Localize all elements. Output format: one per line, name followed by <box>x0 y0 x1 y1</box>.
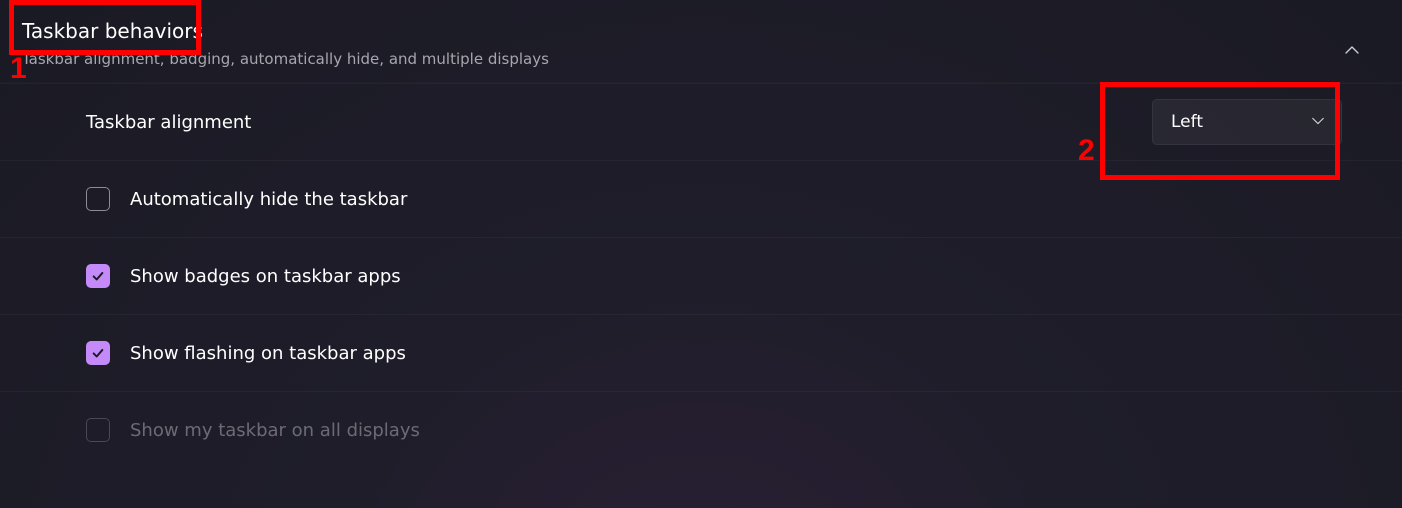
all-displays-checkbox <box>86 418 110 442</box>
section-header[interactable]: Taskbar behaviors Taskbar alignment, bad… <box>0 0 1402 83</box>
chevron-down-icon <box>1311 113 1325 132</box>
all-displays-label: Show my taskbar on all displays <box>130 420 1372 441</box>
badges-checkbox[interactable] <box>86 264 110 288</box>
taskbar-alignment-label: Taskbar alignment <box>86 112 1152 133</box>
taskbar-behaviors-panel: Taskbar behaviors Taskbar alignment, bad… <box>0 0 1402 508</box>
badges-label: Show badges on taskbar apps <box>130 266 1372 287</box>
dropdown-selected-value: Left <box>1171 112 1203 132</box>
section-subtitle: Taskbar alignment, badging, automaticall… <box>22 50 1372 68</box>
section-title: Taskbar behaviors <box>22 18 1372 44</box>
chevron-up-icon[interactable] <box>1342 40 1362 60</box>
auto-hide-row: Automatically hide the taskbar <box>0 160 1402 237</box>
auto-hide-label: Automatically hide the taskbar <box>130 189 1372 210</box>
flashing-checkbox[interactable] <box>86 341 110 365</box>
settings-rows: Taskbar alignment Left Automatically hid… <box>0 83 1402 468</box>
badges-row: Show badges on taskbar apps <box>0 237 1402 314</box>
flashing-label: Show flashing on taskbar apps <box>130 343 1372 364</box>
taskbar-alignment-row: Taskbar alignment Left <box>0 83 1402 160</box>
flashing-row: Show flashing on taskbar apps <box>0 314 1402 391</box>
taskbar-alignment-dropdown[interactable]: Left <box>1152 99 1342 145</box>
auto-hide-checkbox[interactable] <box>86 187 110 211</box>
all-displays-row: Show my taskbar on all displays <box>0 391 1402 468</box>
